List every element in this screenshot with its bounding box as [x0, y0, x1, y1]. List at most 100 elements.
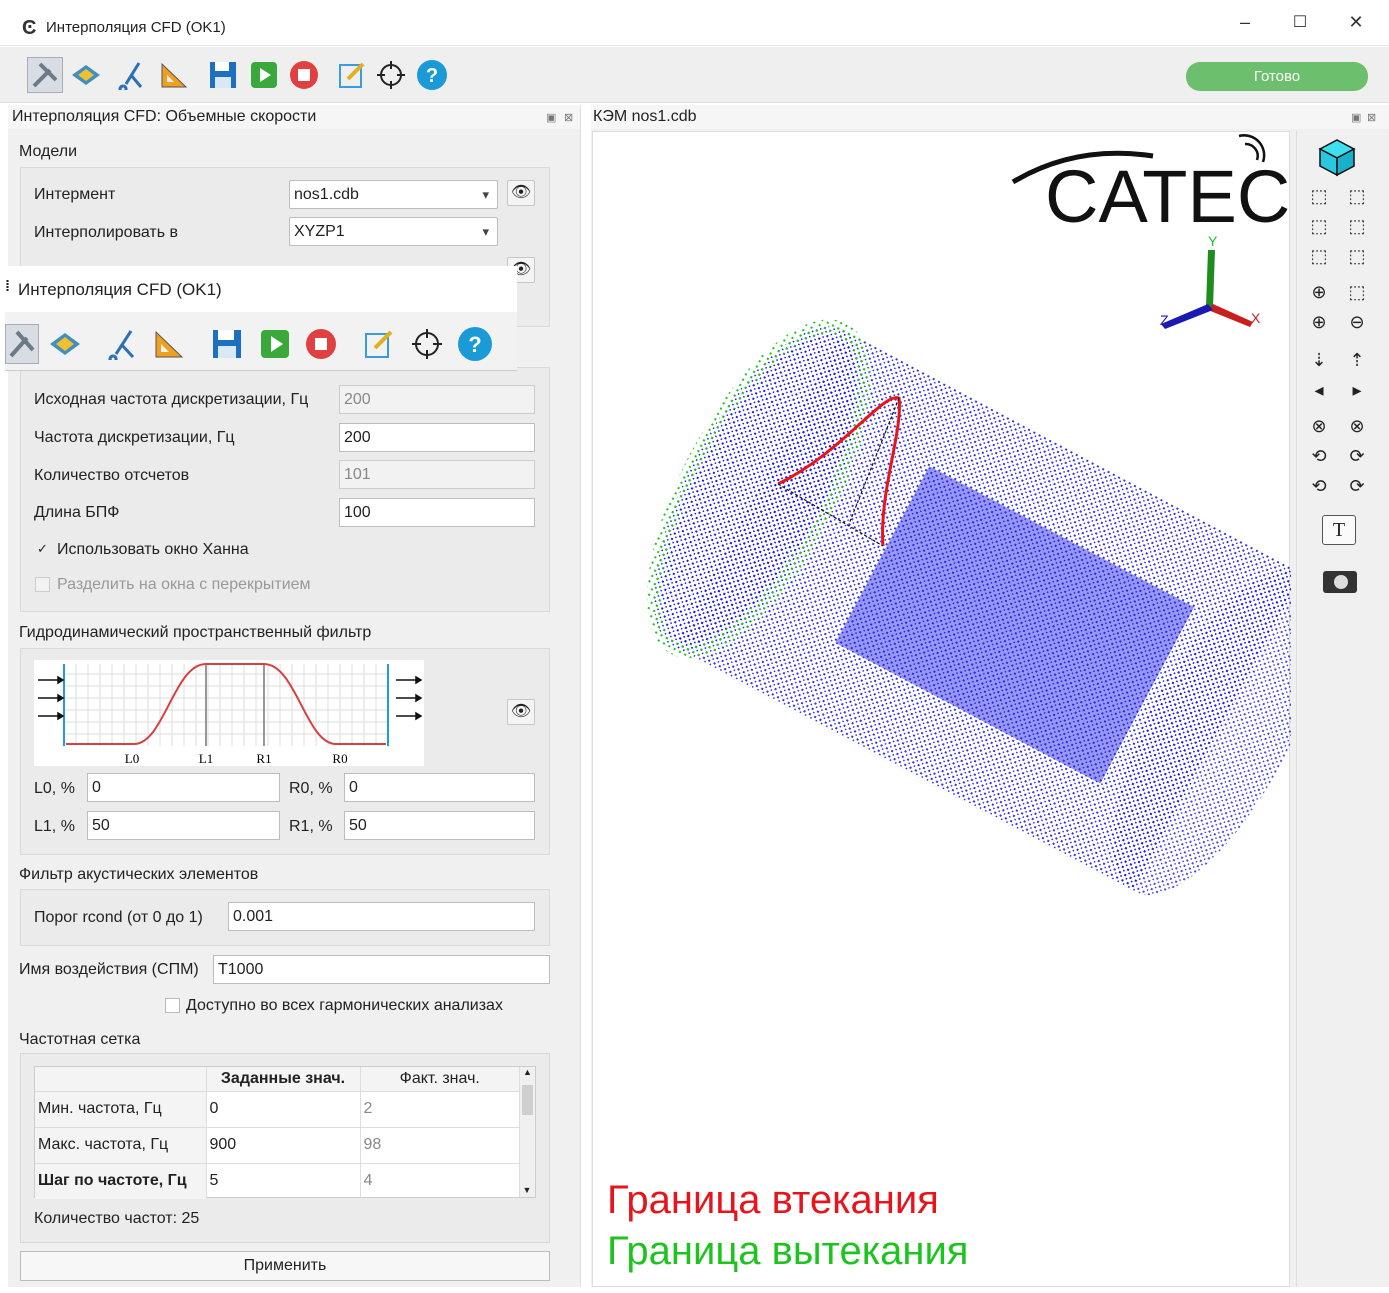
edit-icon[interactable] [334, 57, 370, 93]
l0-label: L0, % [34, 780, 75, 797]
tools-icon[interactable] [5, 324, 39, 364]
float-icon[interactable]: ▣ [546, 111, 556, 124]
legend-inflow: Граница втекания [607, 1178, 939, 1222]
table-scrollbar[interactable]: ▲ ▼ [519, 1067, 535, 1197]
cell-set[interactable]: 900 [206, 1127, 361, 1163]
interment-select[interactable]: nos1.cdb [289, 180, 498, 209]
mesh-render: CATEC Y Z X [646, 134, 1323, 896]
target-icon[interactable] [409, 326, 445, 362]
screenshot-icon[interactable] [1323, 571, 1357, 593]
play-icon[interactable] [257, 326, 293, 362]
minimize-button[interactable]: – [1230, 12, 1260, 33]
window-title: Интерполяция CFD (OK1) [46, 19, 226, 36]
triangle-ruler-icon[interactable] [156, 57, 192, 93]
overlap-checkbox[interactable] [35, 577, 50, 592]
axis-label-r1: R1 [256, 751, 271, 766]
bottom-view-icon[interactable]: ⬚ [1343, 243, 1371, 269]
rotate-z-neg-icon[interactable]: ⟲ [1305, 473, 1333, 499]
fft-label: Длина БПФ [34, 504, 120, 521]
rotate-x-neg-icon[interactable]: ⊗ [1305, 413, 1333, 439]
pan-up-icon[interactable]: ⇡ [1343, 347, 1371, 373]
close-panel-icon[interactable]: ⊠ [1367, 111, 1376, 124]
help-icon[interactable]: ? [414, 57, 450, 93]
count-field: 101 [339, 460, 535, 489]
zoom-out-icon[interactable]: ⊖ [1343, 309, 1371, 335]
apply-button[interactable]: Применить [20, 1251, 550, 1281]
right-view-icon[interactable]: ⬚ [1343, 213, 1371, 239]
rotate-y-pos-icon[interactable]: ⟳ [1343, 443, 1371, 469]
stop-icon[interactable] [303, 326, 339, 362]
cut-icon[interactable] [114, 57, 150, 93]
back-view-icon[interactable]: ⬚ [1343, 183, 1371, 209]
row-label: Макс. частота, Гц [35, 1127, 207, 1163]
hydro-filter-title: Гидродинамический пространственный фильт… [19, 624, 372, 641]
rcond-field[interactable]: 0.001 [228, 902, 535, 931]
cell-actual: 4 [363, 1172, 373, 1190]
pan-down-icon[interactable]: ⇣ [1305, 347, 1333, 373]
iso-cube-icon[interactable] [1317, 137, 1357, 182]
cell-set[interactable]: 0 [206, 1091, 361, 1127]
pan-left-icon[interactable]: ◂ [1305, 377, 1333, 403]
target-icon[interactable] [373, 57, 409, 93]
3d-view[interactable]: CATEC Y Z X Граница втекания Граница выт… [592, 131, 1323, 1287]
app-logo-icon: Ͼ [22, 17, 37, 39]
l0-field[interactable]: 0 [87, 773, 280, 802]
src-freq-field: 200 [339, 385, 535, 414]
float-icon[interactable]: ▣ [1351, 111, 1361, 124]
table-header-corner [35, 1067, 207, 1092]
eye-icon[interactable]: 👁 [507, 180, 535, 206]
cut-icon[interactable] [105, 326, 141, 362]
r0-field[interactable]: 0 [344, 773, 535, 802]
maximize-button[interactable]: ☐ [1285, 12, 1315, 32]
rotate-y-neg-icon[interactable]: ⟲ [1305, 443, 1333, 469]
zoom-fit-icon[interactable]: ⊕ [1305, 279, 1333, 305]
play-icon[interactable] [246, 57, 282, 93]
zoom-box-icon[interactable]: ⬚ [1343, 279, 1371, 305]
action-name-label: Имя воздействия (СПМ) [19, 961, 199, 978]
top-view-icon[interactable]: ⬚ [1305, 243, 1333, 269]
action-name-field[interactable]: T1000 [213, 955, 550, 984]
cell-set[interactable]: 5 [206, 1163, 361, 1199]
mesh-icon[interactable] [68, 57, 104, 93]
overlay-logo-icon: ⁞ [5, 278, 10, 295]
r1-field[interactable]: 50 [344, 811, 535, 840]
stop-icon[interactable] [286, 57, 322, 93]
rcond-label: Порог rcond (от 0 до 1) [34, 909, 203, 926]
title-bar: Ͼ Интерполяция CFD (OK1) – ☐ ✕ [0, 0, 1389, 46]
scroll-up-icon[interactable]: ▲ [520, 1067, 535, 1077]
all-harmonic-checkbox[interactable] [165, 998, 180, 1013]
freq-field[interactable]: 200 [339, 423, 535, 452]
save-icon[interactable] [205, 57, 241, 93]
interpolate-select[interactable]: XYZP1 [289, 217, 498, 246]
edit-icon[interactable] [361, 326, 397, 362]
help-icon[interactable]: ? [457, 326, 493, 362]
mesh-icon[interactable] [47, 326, 83, 362]
text-icon[interactable]: T [1322, 515, 1356, 545]
eye-icon[interactable]: 👁 [507, 699, 535, 725]
table-row: Шаг по частоте, Гц 5 4 [35, 1163, 519, 1199]
scroll-thumb[interactable] [522, 1085, 533, 1115]
freq-count-text: Количество частот: 25 [34, 1210, 200, 1227]
save-icon[interactable] [209, 326, 245, 362]
front-view-icon[interactable]: ⬚ [1305, 183, 1333, 209]
status-badge: Готово [1186, 62, 1368, 91]
rotate-x-pos-icon[interactable]: ⊗ [1343, 413, 1371, 439]
zoom-in-icon[interactable]: ⊕ [1305, 309, 1333, 335]
tools-icon[interactable] [27, 57, 63, 93]
rotate-z-pos-icon[interactable]: ⟳ [1343, 473, 1371, 499]
axes-triad: Y Z X [1160, 233, 1261, 329]
left-view-icon[interactable]: ⬚ [1305, 213, 1333, 239]
pan-right-icon[interactable]: ▸ [1343, 377, 1371, 403]
table-header-set: Заданные знач. [206, 1067, 361, 1092]
catec-logo: CATEC [1045, 155, 1290, 238]
table-row: Мин. частота, Гц 0 2 [35, 1091, 519, 1127]
triangle-ruler-icon[interactable] [151, 326, 187, 362]
overlay-window: ⁞ Интерполяция CFD (OK1) ? [5, 266, 517, 371]
l1-field[interactable]: 50 [87, 811, 280, 840]
close-button[interactable]: ✕ [1341, 12, 1371, 33]
scroll-down-icon[interactable]: ▼ [520, 1185, 534, 1195]
close-panel-icon[interactable]: ⊠ [564, 111, 573, 124]
hann-checkbox[interactable]: ✓ [35, 542, 50, 557]
legend-outflow: Граница вытекания [607, 1229, 969, 1273]
fft-field[interactable]: 100 [339, 498, 535, 527]
